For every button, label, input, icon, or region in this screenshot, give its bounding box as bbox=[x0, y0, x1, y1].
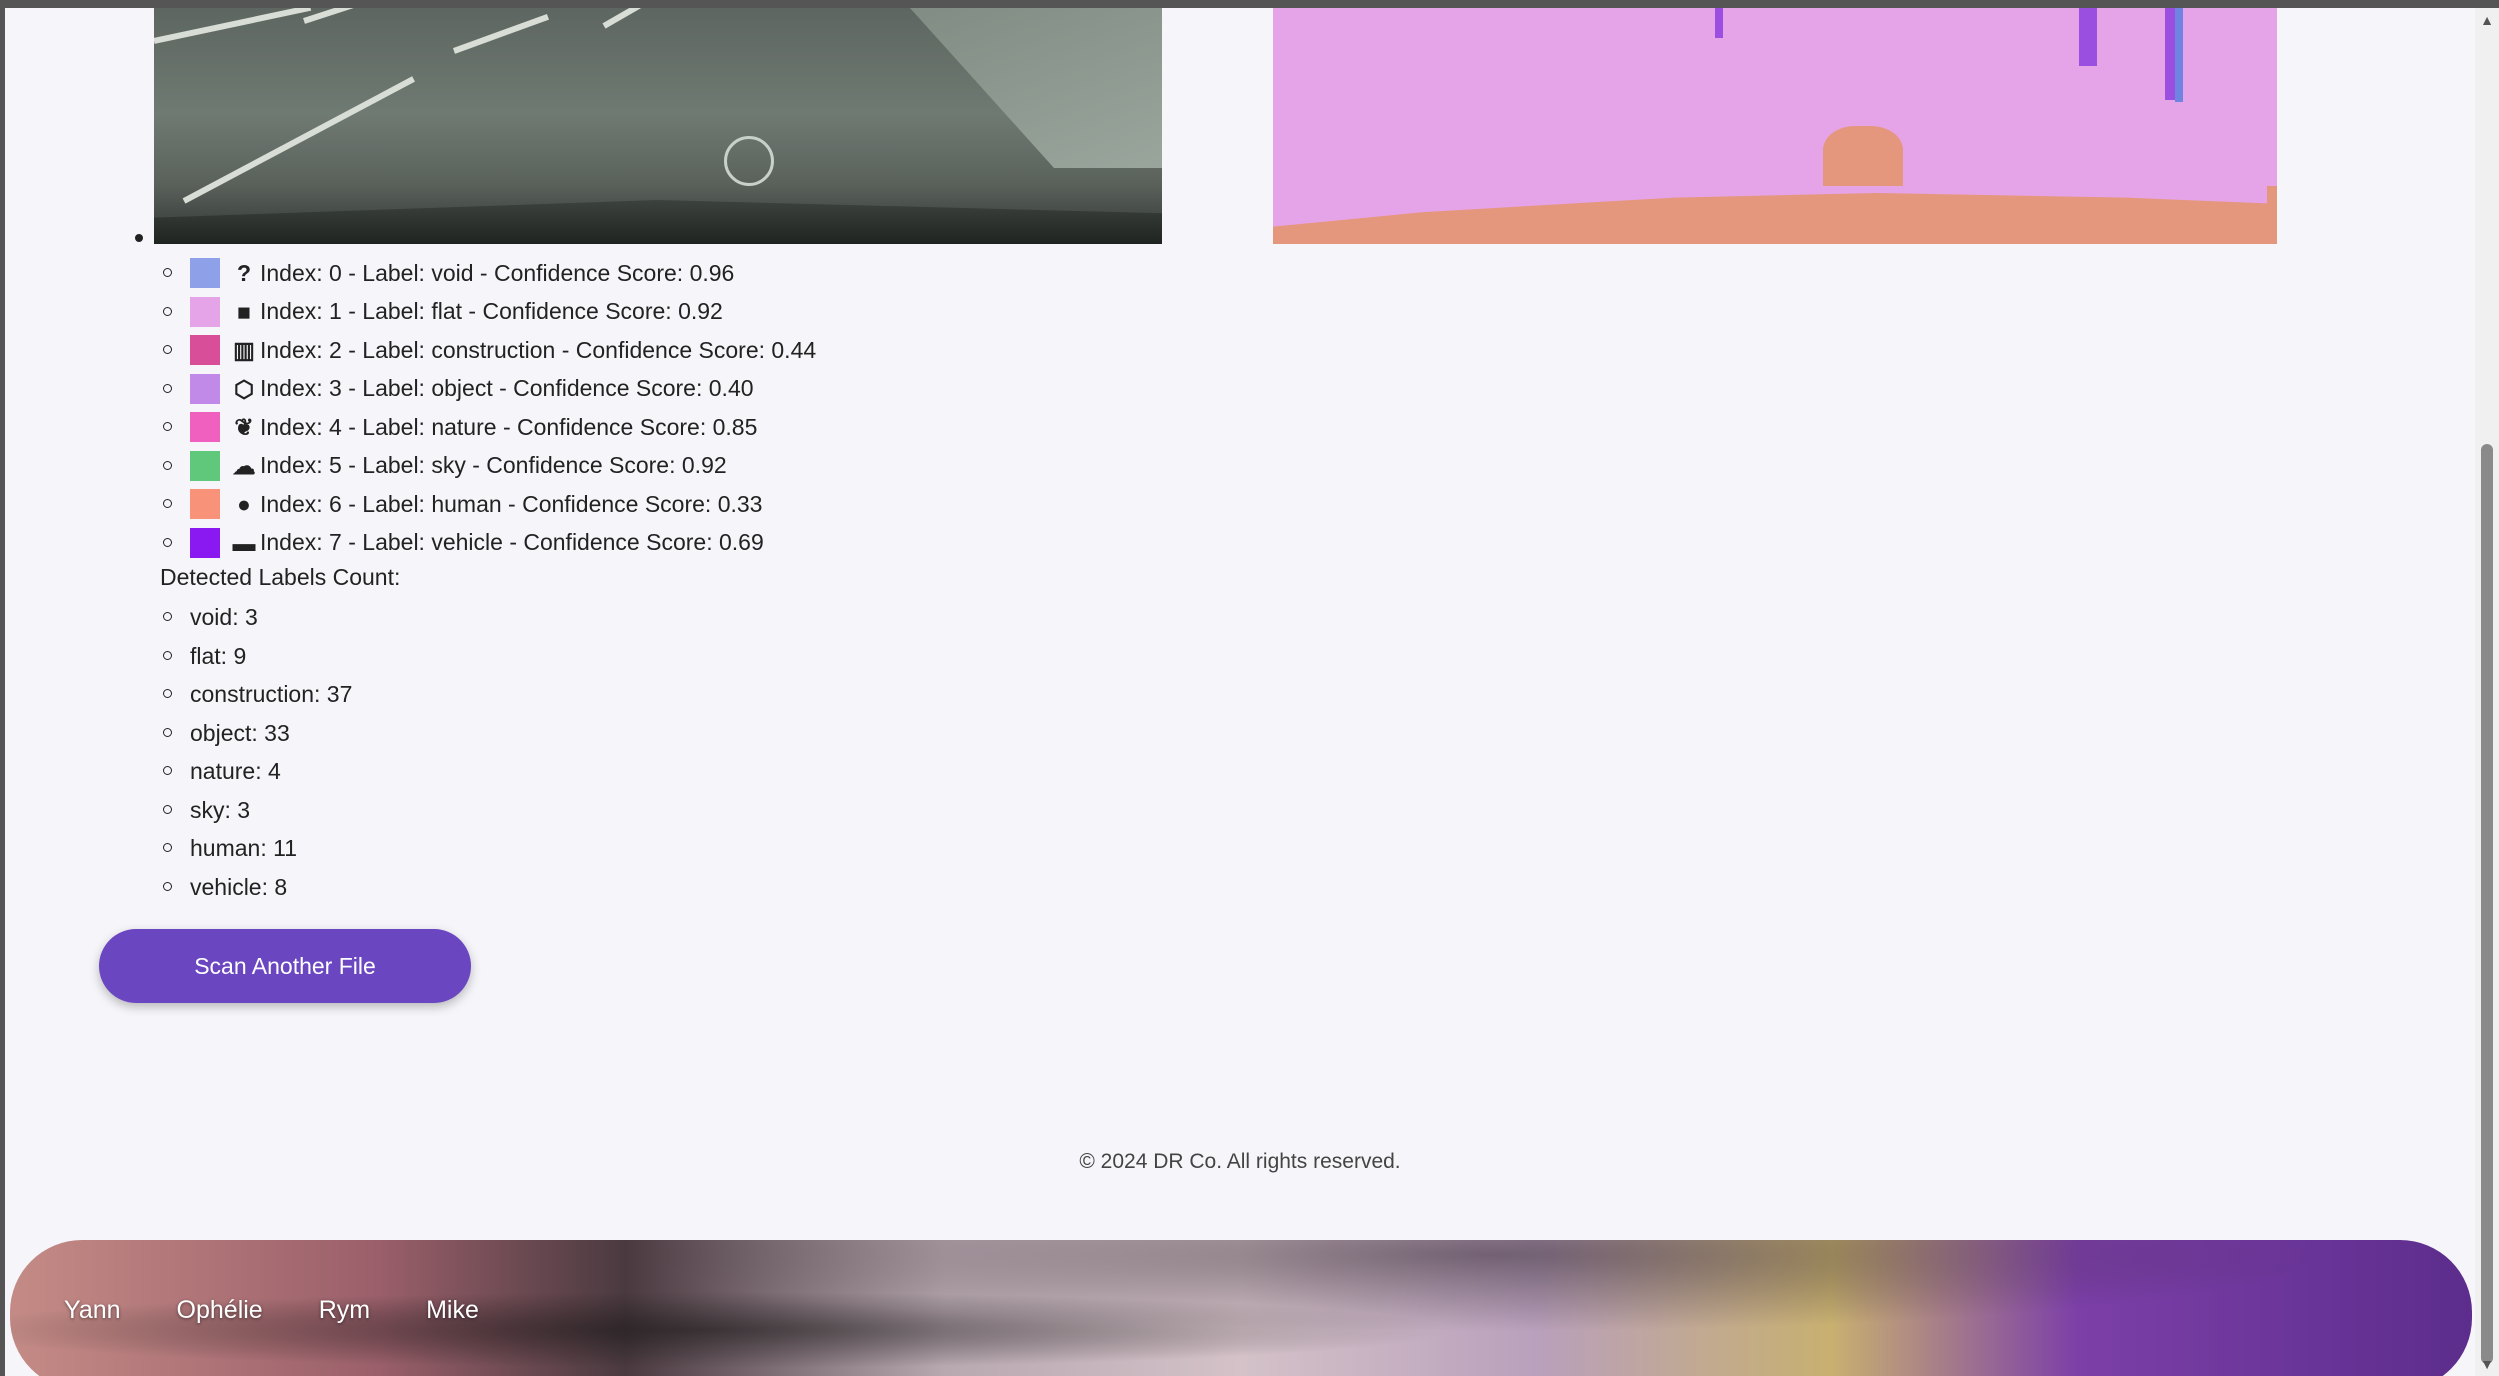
color-swatch bbox=[190, 373, 220, 404]
scroll-down-arrow-icon[interactable]: ▼ bbox=[2479, 1356, 2495, 1372]
color-swatch bbox=[190, 412, 220, 443]
count-item: flat: 9 bbox=[162, 637, 352, 676]
square-icon: ■ bbox=[237, 298, 251, 325]
footer-link-rym[interactable]: Rym bbox=[319, 1296, 370, 1325]
legend-item-text: Index: 4 - Label: nature - Confidence Sc… bbox=[260, 413, 758, 440]
footer-nav: Yann Ophélie Rym Mike bbox=[64, 1296, 479, 1325]
count-item: sky: 3 bbox=[162, 791, 352, 830]
legend-item-vehicle: ▬ Index: 7 - Label: vehicle - Confidence… bbox=[162, 524, 816, 563]
leaf-icon: ❦ bbox=[234, 414, 254, 441]
list-bullet bbox=[135, 234, 143, 242]
detected-labels-count-title: Detected Labels Count: bbox=[160, 564, 401, 590]
legend-item-construction: ▥ Index: 2 - Label: construction - Confi… bbox=[162, 331, 817, 370]
legend-item-sky: ☁ Index: 5 - Label: sky - Confidence Sco… bbox=[162, 447, 816, 486]
scan-another-file-button[interactable]: Scan Another File bbox=[99, 929, 471, 1003]
legend-item-human: ● Index: 6 - Label: human - Confidence S… bbox=[162, 485, 816, 524]
legend-item-text: Index: 1 - Label: flat - Confidence Scor… bbox=[260, 298, 723, 325]
copyright-text: © 2024 DR Co. All rights reserved. bbox=[1079, 1150, 1401, 1173]
label-count-list: void: 3 flat: 9 construction: 37 object:… bbox=[162, 598, 352, 907]
footer-link-ophelie[interactable]: Ophélie bbox=[177, 1296, 263, 1325]
scroll-thumb[interactable] bbox=[2481, 444, 2493, 1364]
color-swatch bbox=[190, 489, 220, 520]
color-swatch bbox=[190, 335, 220, 366]
legend-item-text: Index: 5 - Label: sky - Confidence Score… bbox=[260, 452, 727, 479]
count-item: construction: 37 bbox=[162, 675, 352, 714]
user-icon: ● bbox=[237, 491, 251, 518]
legend-item-text: Index: 2 - Label: construction - Confide… bbox=[260, 336, 817, 363]
count-item: human: 11 bbox=[162, 829, 352, 868]
count-item: object: 33 bbox=[162, 714, 352, 753]
footer-nav-bar: Yann Ophélie Rym Mike bbox=[10, 1240, 2472, 1376]
color-swatch bbox=[190, 450, 220, 481]
browser-viewport: ? Index: 0 - Label: void - Confidence Sc… bbox=[5, 8, 2475, 1376]
car-icon: ▬ bbox=[232, 529, 256, 556]
legend-item-void: ? Index: 0 - Label: void - Confidence Sc… bbox=[162, 254, 816, 293]
question-icon: ? bbox=[236, 260, 252, 287]
color-swatch bbox=[190, 258, 220, 289]
color-swatch bbox=[190, 527, 220, 558]
legend-item-object: ⬡ Index: 3 - Label: object - Confidence … bbox=[162, 370, 816, 409]
count-item: void: 3 bbox=[162, 598, 352, 637]
count-item: vehicle: 8 bbox=[162, 868, 352, 907]
building-icon: ▥ bbox=[233, 337, 255, 364]
cloud-icon: ☁ bbox=[232, 452, 256, 479]
footer-link-mike[interactable]: Mike bbox=[426, 1296, 479, 1325]
legend-item-nature: ❦ Index: 4 - Label: nature - Confidence … bbox=[162, 408, 816, 447]
count-item: nature: 4 bbox=[162, 752, 352, 791]
legend-item-text: Index: 0 - Label: void - Confidence Scor… bbox=[260, 259, 735, 286]
vertical-scrollbar[interactable]: ▲ ▼ bbox=[2475, 8, 2499, 1376]
legend-item-flat: ■ Index: 1 - Label: flat - Confidence Sc… bbox=[162, 293, 816, 332]
label-legend-list: ? Index: 0 - Label: void - Confidence Sc… bbox=[162, 254, 817, 563]
box-icon: ⬡ bbox=[233, 375, 255, 402]
footer-link-yann[interactable]: Yann bbox=[64, 1296, 121, 1325]
segmentation-mask-image bbox=[1273, 8, 2277, 244]
original-image bbox=[154, 8, 1162, 244]
color-swatch bbox=[190, 296, 220, 327]
scroll-up-arrow-icon[interactable]: ▲ bbox=[2479, 12, 2495, 28]
legend-item-text: Index: 7 - Label: vehicle - Confidence S… bbox=[260, 529, 764, 556]
legend-item-text: Index: 6 - Label: human - Confidence Sco… bbox=[260, 490, 763, 517]
legend-item-text: Index: 3 - Label: object - Confidence Sc… bbox=[260, 375, 754, 402]
car-emblem-icon bbox=[724, 136, 774, 186]
